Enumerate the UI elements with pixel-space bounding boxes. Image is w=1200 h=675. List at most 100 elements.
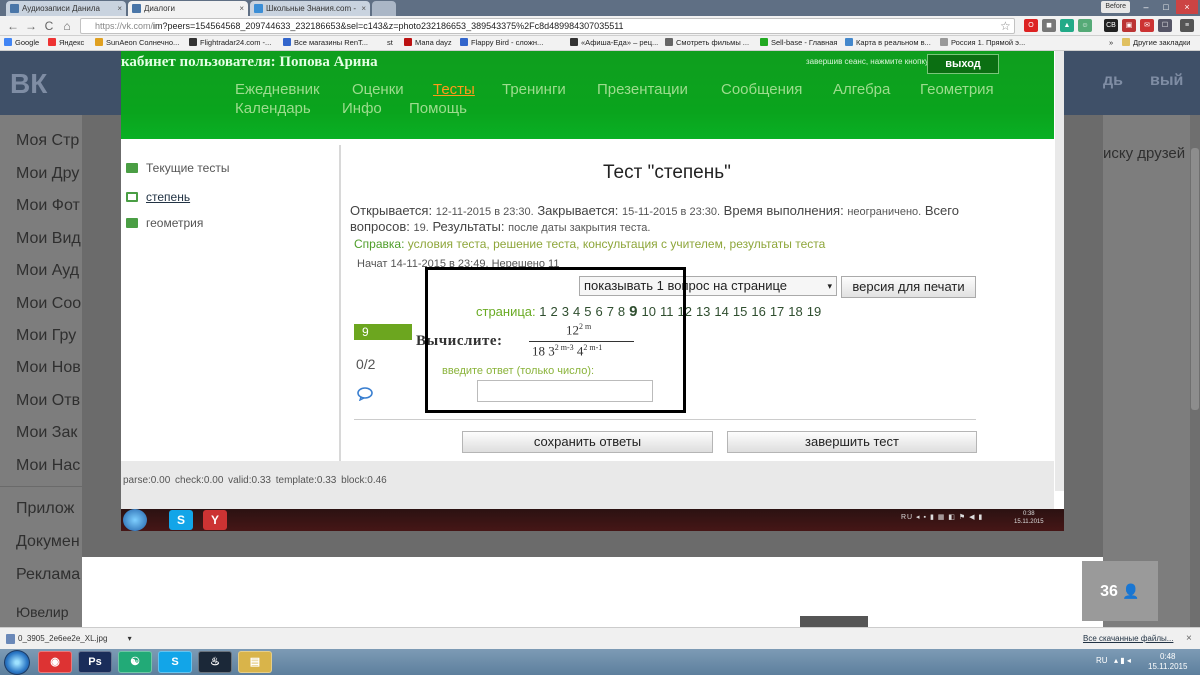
vk-menu-friends[interactable]: Мои Дру bbox=[16, 165, 79, 183]
maximize-button[interactable]: □ bbox=[1156, 0, 1176, 14]
bookmark-sunaeon[interactable]: SunAeon Солнечно... bbox=[95, 37, 179, 49]
minimize-button[interactable]: – bbox=[1136, 0, 1156, 14]
extension-icon[interactable]: ☐ bbox=[1158, 19, 1172, 32]
new-tab-button[interactable] bbox=[372, 1, 396, 16]
vk-friend-search-link[interactable]: иску друзей bbox=[1103, 145, 1185, 162]
logout-button[interactable]: выход bbox=[927, 54, 999, 74]
save-answers-button[interactable]: сохранить ответы bbox=[462, 431, 713, 453]
page-link[interactable]: 14 bbox=[714, 304, 728, 319]
steam-taskbar-icon[interactable]: ♨ bbox=[198, 651, 232, 673]
vk-menu-bookmarks[interactable]: Мои Зак bbox=[16, 424, 77, 442]
menu-geometry[interactable]: Геометрия bbox=[920, 81, 994, 98]
bookmark-russia1[interactable]: Россия 1. Прямой э... bbox=[940, 37, 1025, 49]
menu-messages[interactable]: Сообщения bbox=[721, 81, 802, 98]
page-link[interactable]: 18 bbox=[788, 304, 802, 319]
close-tab-icon[interactable]: × bbox=[117, 1, 122, 16]
vk-menu-photos[interactable]: Мои Фот bbox=[16, 197, 80, 215]
bookmark-st[interactable]: st bbox=[387, 37, 393, 49]
vk-menu-answers[interactable]: Мои Отв bbox=[16, 392, 80, 410]
menu-calendar[interactable]: Календарь bbox=[235, 100, 311, 117]
finish-test-button[interactable]: завершить тест bbox=[727, 431, 977, 453]
vk-logo[interactable]: ВК bbox=[10, 62, 90, 106]
bookmark-map[interactable]: Карта в реальном в... bbox=[845, 37, 931, 49]
print-version-button[interactable]: версия для печати bbox=[841, 276, 976, 298]
chrome-taskbar-icon[interactable]: ◉ bbox=[38, 651, 72, 673]
tab-audio[interactable]: Аудиозаписи Данила × bbox=[6, 1, 126, 16]
home-button[interactable]: ⌂ bbox=[60, 19, 74, 33]
vk-menu-groups[interactable]: Мои Гру bbox=[16, 327, 76, 345]
bookmark-flightradar[interactable]: Flightradar24.com -... bbox=[189, 37, 271, 49]
download-item[interactable]: 0_3905_2e6ee2e_XL.jpg ▾ bbox=[4, 631, 132, 647]
vk-menu-news[interactable]: Мои Нов bbox=[16, 359, 81, 377]
bookmark-star-icon[interactable]: ☆ bbox=[1000, 19, 1011, 33]
vk-menu-audio[interactable]: Мои Ауд bbox=[16, 262, 79, 280]
bookmark-movies[interactable]: Смотреть фильмы ... bbox=[665, 37, 749, 49]
bookmark-yandex[interactable]: Яндекс bbox=[48, 37, 84, 49]
vk-menu-ads[interactable]: Реклама bbox=[16, 566, 80, 584]
vk-ad-text[interactable]: Ювелир bbox=[16, 604, 69, 620]
close-tab-icon[interactable]: × bbox=[361, 1, 366, 16]
page-link[interactable]: 16 bbox=[751, 304, 765, 319]
page-link[interactable]: 19 bbox=[807, 304, 821, 319]
extension-icon[interactable]: ▲ bbox=[1060, 19, 1074, 32]
vk-menu-videos[interactable]: Мои Вид bbox=[16, 230, 81, 248]
photoshop-taskbar-icon[interactable]: Ps bbox=[78, 651, 112, 673]
comment-icon[interactable] bbox=[357, 387, 373, 401]
menu-help[interactable]: Помощь bbox=[409, 100, 467, 117]
bookmark-flappy[interactable]: Flappy Bird - сложн... bbox=[460, 37, 543, 49]
vk-scrollbar-thumb[interactable] bbox=[1191, 148, 1199, 410]
bookmark-dayz[interactable]: Мапа dayz bbox=[404, 37, 452, 49]
tab-znania[interactable]: Школьные Знания.com - × bbox=[250, 1, 370, 16]
skype-taskbar-icon[interactable]: S bbox=[158, 651, 192, 673]
forward-button[interactable]: → bbox=[24, 19, 38, 33]
tab-dialogs[interactable]: Диалоги × bbox=[128, 1, 248, 16]
show-all-downloads-link[interactable]: Все скачанные файлы... bbox=[1083, 631, 1173, 647]
extension-icon[interactable]: ▣ bbox=[1122, 19, 1136, 32]
page-link[interactable]: 13 bbox=[696, 304, 710, 319]
menu-presentations[interactable]: Презентации bbox=[597, 81, 688, 98]
vk-menu-my-page[interactable]: Моя Стр bbox=[16, 132, 79, 150]
app-taskbar-icon[interactable]: ☯ bbox=[118, 651, 152, 673]
photo-thumbnail[interactable] bbox=[800, 616, 868, 627]
bookmark-sellbase[interactable]: Sell-base - Главная bbox=[760, 37, 837, 49]
menu-diary[interactable]: Ежедневник bbox=[235, 81, 320, 98]
system-clock[interactable]: 0:48 15.11.2015 bbox=[1148, 652, 1187, 672]
bookmark-afisha[interactable]: «Афиша-Еда» – рец... bbox=[570, 37, 658, 49]
tray-icons[interactable]: ▴ ▮ ◂ bbox=[1114, 656, 1131, 665]
chevron-down-icon[interactable]: ▾ bbox=[128, 634, 132, 643]
sidebar-test-geometry[interactable]: геометрия bbox=[126, 216, 203, 230]
other-bookmarks[interactable]: Другие закладки bbox=[1122, 37, 1190, 49]
close-window-button[interactable]: × bbox=[1176, 0, 1198, 14]
extension-cb-icon[interactable]: CB bbox=[1104, 19, 1118, 32]
explorer-taskbar-icon[interactable]: ▤ bbox=[238, 651, 272, 673]
page-link[interactable]: 17 bbox=[770, 304, 784, 319]
vk-menu-settings[interactable]: Мои Нас bbox=[16, 457, 80, 475]
sidebar-test-power[interactable]: степень bbox=[126, 190, 190, 204]
menu-grades[interactable]: Оценки bbox=[352, 81, 404, 98]
close-downloads-icon[interactable]: × bbox=[1186, 631, 1192, 647]
bookmark-rent[interactable]: Все магазины RenT... bbox=[283, 37, 368, 49]
extension-icon[interactable]: ☺ bbox=[1078, 19, 1092, 32]
menu-algebra[interactable]: Алгебра bbox=[833, 81, 890, 98]
vk-menu-docs[interactable]: Докумен bbox=[16, 533, 80, 551]
address-bar[interactable]: https://vk.com/im?peers=154564568_209744… bbox=[80, 18, 1015, 34]
extension-icon[interactable]: ◼ bbox=[1042, 19, 1056, 32]
profile-button[interactable]: Before bbox=[1101, 1, 1130, 13]
vk-menu-apps[interactable]: Прилож bbox=[16, 500, 74, 518]
menu-tests[interactable]: Тесты bbox=[433, 81, 475, 98]
reference-links[interactable]: Справка: условия теста, решение теста, к… bbox=[354, 237, 825, 251]
vk-menu-messages[interactable]: Мои Соо bbox=[16, 295, 81, 313]
extension-mail-icon[interactable]: ✉ bbox=[1140, 19, 1154, 32]
start-button[interactable] bbox=[4, 650, 30, 675]
viewers-counter[interactable]: 36 👤 bbox=[1082, 561, 1158, 621]
back-button[interactable]: ← bbox=[6, 19, 20, 33]
language-indicator[interactable]: RU bbox=[1096, 656, 1108, 665]
menu-info[interactable]: Инфо bbox=[342, 100, 382, 117]
menu-trainings[interactable]: Тренинги bbox=[502, 81, 566, 98]
page-link[interactable]: 15 bbox=[733, 304, 747, 319]
vk-logout-link[interactable]: вый bbox=[1150, 72, 1183, 90]
menu-icon[interactable]: ≡ bbox=[1180, 19, 1194, 32]
bookmark-google[interactable]: Google bbox=[4, 37, 39, 49]
bookmarks-more[interactable]: » bbox=[1109, 37, 1113, 49]
close-tab-icon[interactable]: × bbox=[239, 1, 244, 16]
